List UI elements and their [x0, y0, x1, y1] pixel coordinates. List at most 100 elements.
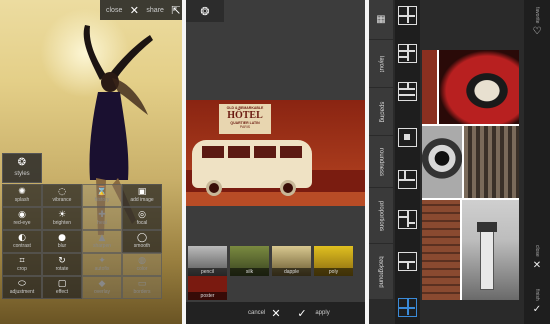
- tool-label: overlay: [93, 289, 111, 295]
- filter-label: pencil: [188, 268, 227, 276]
- hotel-sign: OLD & REMARKABLE HÔTEL QUARTIER LATIN PA…: [219, 104, 271, 134]
- layout-option[interactable]: [398, 252, 417, 271]
- share-label: share: [146, 6, 164, 14]
- styles-button[interactable]: ❂ styles: [2, 153, 42, 183]
- tool-smooth[interactable]: ◯ smooth: [122, 230, 162, 253]
- finish-button[interactable]: finish ✓: [524, 282, 550, 322]
- layout-icon-tab[interactable]: ▦: [369, 0, 393, 40]
- tool-focal[interactable]: ◎ focal: [122, 207, 162, 230]
- tab-spacing[interactable]: spacing: [369, 88, 393, 136]
- tool-label: vibrance: [52, 197, 72, 203]
- tool-sharpen[interactable]: ▲ sharpen: [82, 230, 122, 253]
- grid-icon: ▦: [376, 14, 386, 25]
- layout-option[interactable]: [398, 170, 417, 189]
- color-icon: ◍: [138, 256, 146, 266]
- tool-red-eye[interactable]: ◉ red-eye: [2, 207, 42, 230]
- tool-blur[interactable]: ● blur: [42, 230, 82, 253]
- smooth-icon: ◯: [136, 233, 148, 243]
- tool-vibrance[interactable]: ◌ vibrance: [42, 184, 82, 207]
- van-wheel: [280, 180, 296, 196]
- palette-icon: ❂: [17, 157, 27, 168]
- lighthouse-top: [477, 222, 497, 232]
- filter-thumb-pencil[interactable]: pencil: [188, 246, 227, 276]
- tool-label: red-eye: [13, 220, 31, 226]
- tool-autofix[interactable]: ✦ autofix: [82, 253, 122, 276]
- tool-label: autofix: [94, 266, 110, 272]
- tool-label: borders: [133, 289, 151, 295]
- filter-thumb-silk[interactable]: silk: [230, 246, 269, 276]
- tool-label: brighten: [52, 220, 72, 226]
- tool-color[interactable]: ◍ color: [122, 253, 162, 276]
- van-shape: [192, 140, 312, 196]
- collage-photo[interactable]: [422, 200, 460, 300]
- tool-heal[interactable]: ✚ heal: [82, 207, 122, 230]
- tool-effect[interactable]: ▢ effect: [42, 276, 82, 299]
- tool-overlay[interactable]: ◆ overlay: [82, 276, 122, 299]
- tool-label: add image: [130, 197, 154, 203]
- autofix-icon: ✦: [98, 256, 106, 266]
- close-button[interactable]: ✕: [128, 0, 140, 20]
- vibrance-icon: ◌: [58, 187, 66, 197]
- apply-button[interactable]: ✓: [297, 307, 311, 320]
- sign-title: HÔTEL: [227, 110, 263, 121]
- tool-crop[interactable]: ⌗ crop: [2, 253, 42, 276]
- tab-proportions[interactable]: proportions: [369, 188, 393, 244]
- collage-photo[interactable]: [464, 126, 519, 198]
- collage-photo[interactable]: [422, 50, 437, 124]
- favorite-button[interactable]: favorite ♡: [524, 0, 550, 44]
- filter-strip: pencil silk dapple poly: [186, 246, 365, 276]
- cancel-button[interactable]: ✕: [271, 307, 287, 320]
- layout-option[interactable]: [398, 6, 417, 25]
- layout-option-selected[interactable]: [398, 298, 417, 317]
- share-button[interactable]: ⇱: [170, 0, 182, 20]
- check-icon: ✓: [532, 303, 542, 315]
- focal-icon: ◎: [138, 210, 146, 220]
- layout-option[interactable]: [398, 44, 417, 63]
- tab-roundness[interactable]: roundness: [369, 136, 393, 188]
- tool-splash[interactable]: ✺ splash: [2, 184, 42, 207]
- blur-icon: ●: [58, 233, 66, 243]
- collage-photo[interactable]: [422, 126, 462, 198]
- styles-toggle-button[interactable]: ❂: [186, 0, 224, 22]
- layout-option[interactable]: [398, 210, 417, 229]
- adjustment-icon: ⬭: [18, 279, 26, 289]
- editor-tools-screen: close ✕ share ⇱ ❂ styles ✺ splash ◌ vibranc…: [0, 0, 182, 324]
- van-window: [280, 146, 302, 158]
- contrast-icon: ◐: [18, 233, 26, 243]
- tool-brighten[interactable]: ☀ brighten: [42, 207, 82, 230]
- van-window: [254, 146, 276, 158]
- tab-label: roundness: [378, 147, 384, 176]
- filter-thumb-poster[interactable]: poster: [188, 276, 227, 300]
- collage-photo[interactable]: [462, 200, 519, 300]
- tool-history[interactable]: ⌛ history: [82, 184, 122, 207]
- sign-line3: PARIS: [239, 125, 251, 129]
- close-label: close: [534, 245, 540, 257]
- tool-rotate[interactable]: ↻ rotate: [42, 253, 82, 276]
- effect-preview-screen: ❂ OLD & REMARKABLE HÔTEL QUARTIER LATIN …: [186, 0, 365, 324]
- sharpen-icon: ▲: [98, 233, 106, 243]
- tool-borders[interactable]: ▭ borders: [122, 276, 162, 299]
- filter-thumb-poly[interactable]: poly: [314, 246, 353, 276]
- tab-background[interactable]: background: [369, 244, 393, 300]
- filter-label: dapple: [272, 268, 311, 276]
- layout-option[interactable]: [398, 82, 417, 101]
- top-action-bar: close ✕ share ⇱: [100, 0, 182, 20]
- close-button[interactable]: close ✕: [524, 238, 550, 278]
- filter-thumb-dapple[interactable]: dapple: [272, 246, 311, 276]
- tool-label: focal: [136, 220, 148, 226]
- tool-adjustment[interactable]: ⬭ adjustment: [2, 276, 42, 299]
- heal-icon: ✚: [98, 210, 106, 220]
- layout-option[interactable]: [398, 128, 417, 147]
- cancel-label: cancel: [248, 310, 266, 316]
- add-image-icon: ▣: [137, 187, 147, 197]
- tab-layout[interactable]: layout: [369, 40, 393, 88]
- rotate-icon: ↻: [58, 256, 66, 266]
- collage-photo[interactable]: [439, 50, 519, 124]
- filter-label: silk: [230, 268, 269, 276]
- finish-label: finish: [534, 289, 540, 301]
- filter-label: poly: [314, 268, 353, 276]
- heart-icon: ♡: [532, 26, 542, 38]
- tool-contrast[interactable]: ◐ contrast: [2, 230, 42, 253]
- layout-option-list: [395, 0, 420, 324]
- tool-add-image[interactable]: ▣ add image: [122, 184, 162, 207]
